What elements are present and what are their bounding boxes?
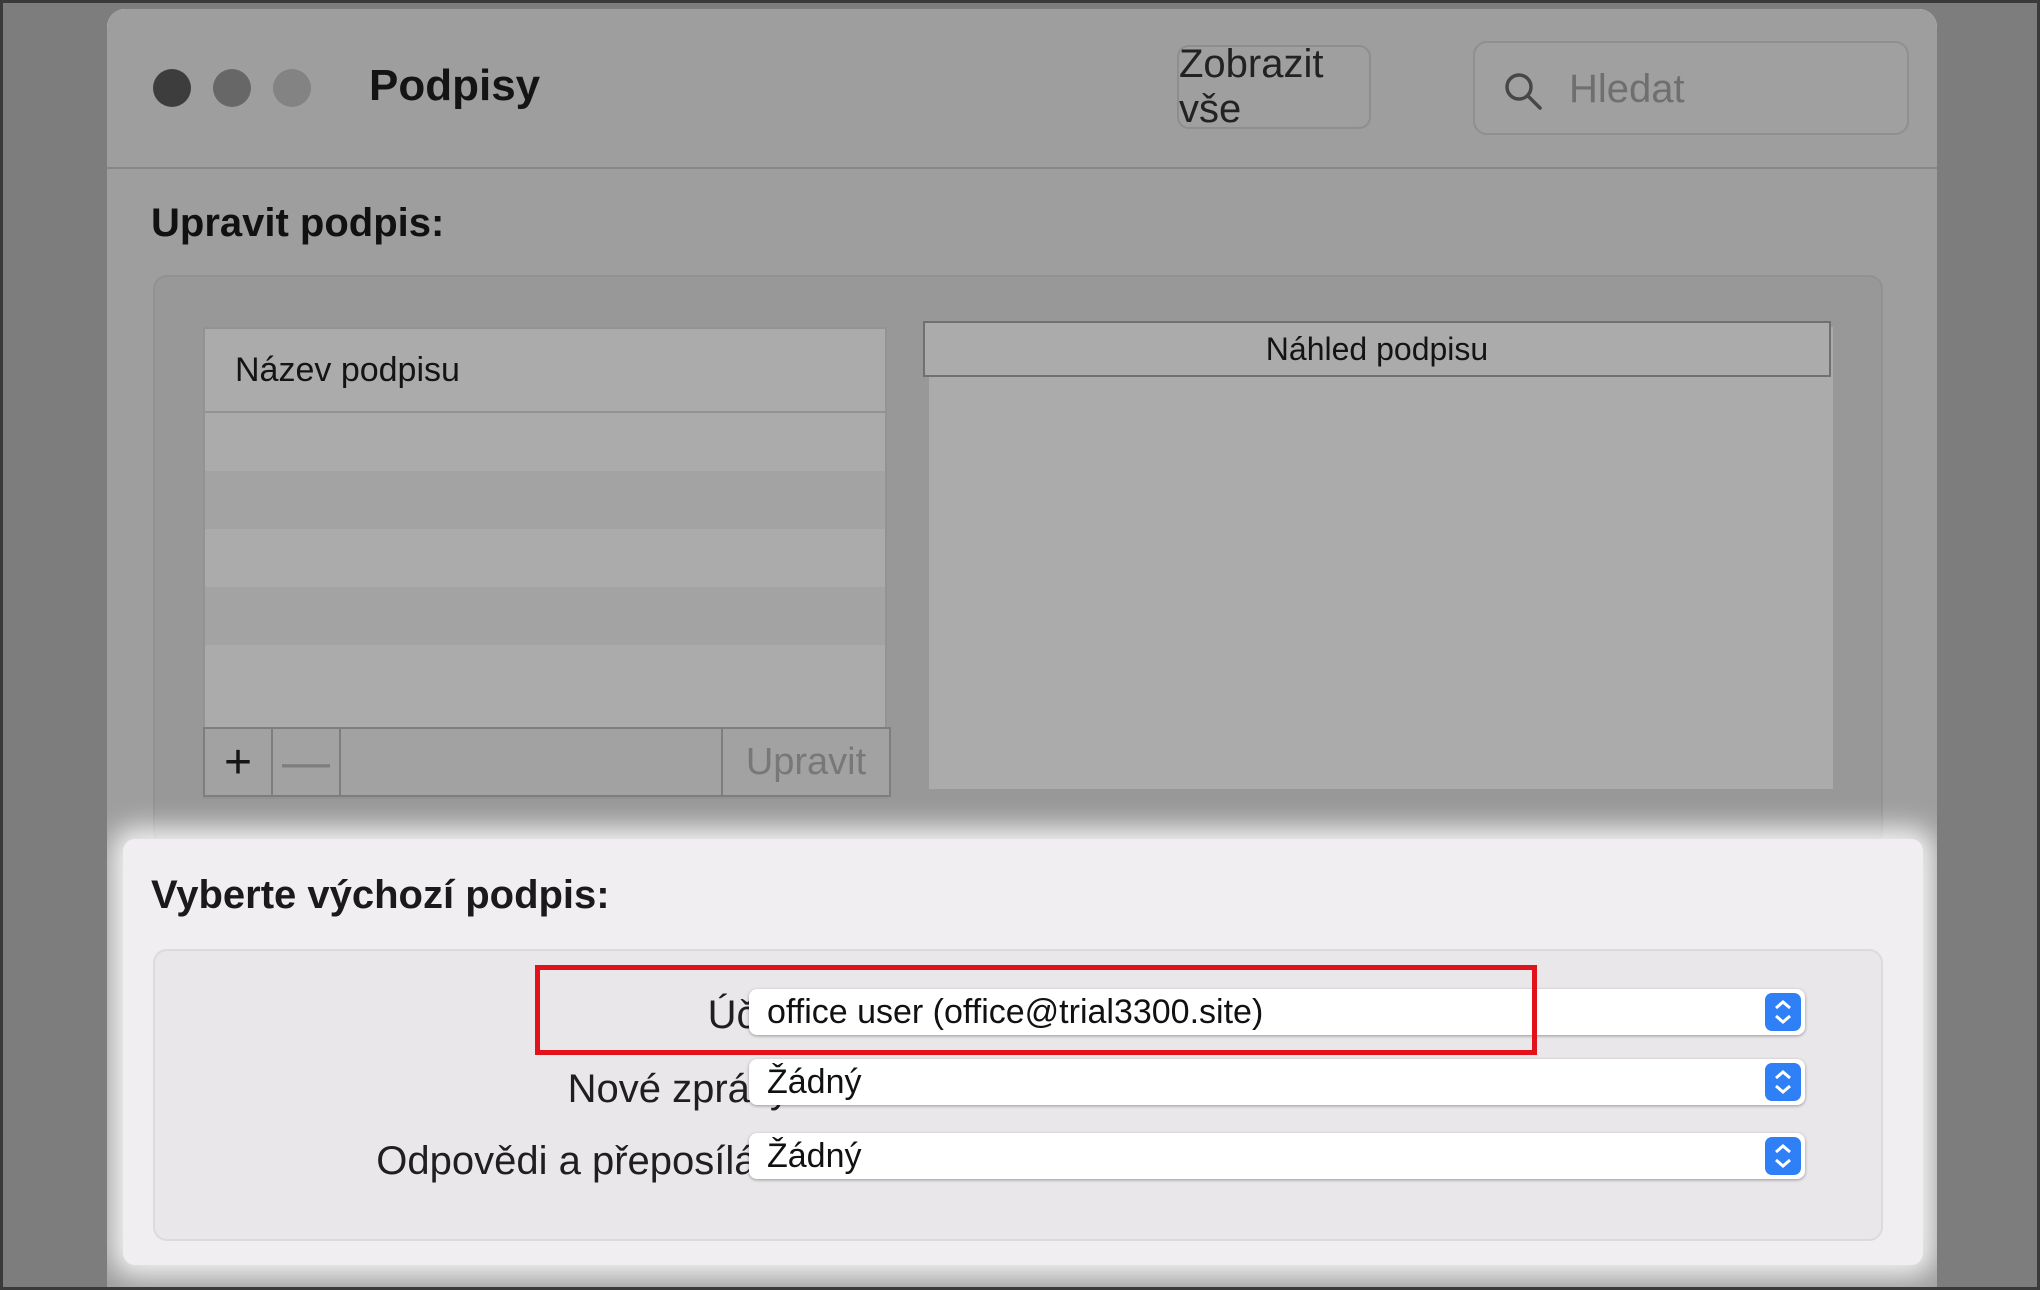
table-row[interactable] [205,529,885,587]
replies-forwards-popup[interactable]: Žádný [749,1133,1805,1179]
default-signature-section: Vyberte výchozí podpis: Účet: office use… [123,839,1923,1265]
table-row[interactable] [205,645,885,703]
edit-signature-button[interactable]: Upravit [721,729,889,795]
signatures-window: Podpisy Zobrazit vše Hledat Upravit podp… [107,9,1937,1287]
minimize-window-button[interactable] [213,69,251,107]
signature-list-toolbar: + — Upravit [203,727,891,797]
highlight-box [535,965,1537,1055]
table-row[interactable] [205,471,885,529]
search-field[interactable]: Hledat [1473,41,1909,135]
table-row[interactable] [205,413,885,471]
search-placeholder: Hledat [1569,67,1685,111]
new-messages-popup-value: Žádný [767,1063,862,1101]
zoom-window-button[interactable] [273,69,311,107]
chevron-up-down-icon [1765,993,1801,1031]
chevron-up-down-icon [1765,1063,1801,1101]
table-row[interactable] [205,587,885,645]
chevron-up-down-icon [1765,1137,1801,1175]
screenshot-frame: Podpisy Zobrazit vše Hledat Upravit podp… [0,0,2040,1290]
search-icon [1505,73,1542,110]
replies-forwards-popup-value: Žádný [767,1137,862,1175]
replies-forwards-label: Odpovědi a přeposílání: [376,1139,801,1183]
title-bar: Podpisy Zobrazit vše Hledat [107,9,1937,169]
names-column-header-label: Název podpisu [235,351,460,389]
preview-header: Náhled podpisu [923,321,1831,377]
new-messages-popup[interactable]: Žádný [749,1059,1805,1105]
names-column-header: Název podpisu [205,329,885,413]
edit-signature-heading: Upravit podpis: [151,201,445,245]
window-title: Podpisy [369,61,541,110]
add-signature-button[interactable]: + [205,729,273,795]
show-all-button[interactable]: Zobrazit vše [1177,42,1371,131]
close-window-button[interactable] [153,69,191,107]
default-signature-heading: Vyberte výchozí podpis: [151,873,610,917]
remove-signature-button[interactable]: — [273,729,341,795]
signature-preview-pane: Náhled podpisu [923,321,1833,789]
